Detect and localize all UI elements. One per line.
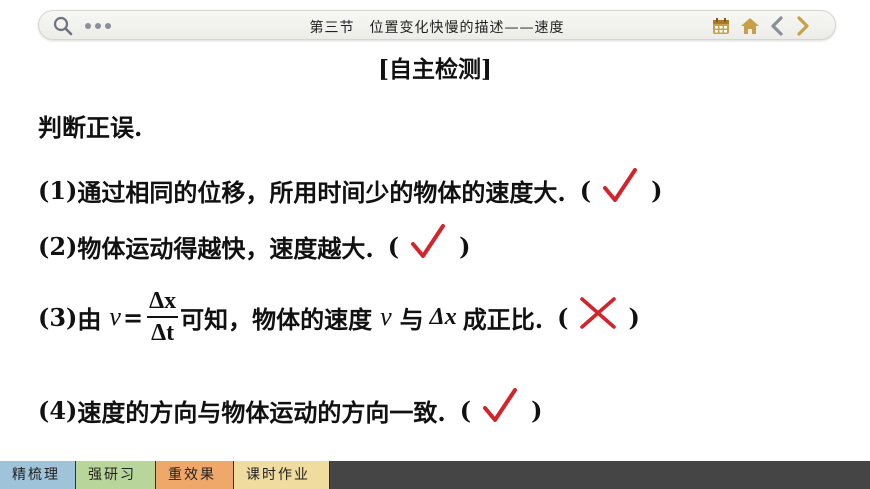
open-paren: ( [459,395,472,425]
check-mark-icon [411,224,446,258]
open-paren: ( [557,302,569,332]
tab-qiang-yan-xi[interactable]: 强研习 [76,461,156,489]
question-item-1: (1) 通过相同的位移，所用时间少的物体的速度大. ( ) [38,168,663,210]
open-paren: ( [387,231,400,261]
close-paren: ) [651,175,663,205]
question-item-3: (3) 由 v = Δx Δt 可知，物体的速度 v 与 Δx 成正比. ( ) [38,288,640,346]
question-item-2: (2) 物体运动得越快，速度越大. ( ) [38,224,471,266]
item-text: 通过相同的位移，所用时间少的物体的速度大. [77,177,566,207]
fraction-denominator: Δt [151,320,175,346]
cross-mark-icon [580,297,617,329]
fraction-numerator: Δx [149,288,177,314]
item-label: (2) [38,231,78,261]
delta-x: Δx [429,303,457,330]
home-icon[interactable] [739,16,761,36]
fraction-bar [147,316,179,318]
close-paren: ) [531,395,543,425]
item-label: (1) [38,175,78,205]
chevron-left-icon[interactable] [769,16,785,36]
velocity-variable: v [109,302,121,331]
close-paren: ) [628,302,640,332]
velocity-variable: v [380,302,392,331]
open-paren: ( [579,175,592,205]
item-label: (3) [38,302,78,332]
check-mark-icon [603,168,638,202]
tab-jing-shu-li[interactable]: 精梳理 [0,461,76,489]
tab-zhong-xiao-guo[interactable]: 重效果 [156,461,234,489]
tab-ke-shi-zuo-ye[interactable]: 课时作业 [234,461,330,489]
check-mark-icon [483,388,518,422]
calendar-icon[interactable] [711,16,731,36]
bottom-tab-bar: 精梳理 强研习 重效果 课时作业 [0,461,870,489]
velocity-fraction: Δx Δt [147,288,179,346]
item-text: 速度的方向与物体运动的方向一致. [77,397,446,427]
close-paren: ) [459,231,471,261]
section-heading: [自主检测] [378,56,492,83]
question-item-4: (4) 速度的方向与物体运动的方向一致. ( ) [38,388,543,430]
item-text: 物体运动得越快，速度越大. [77,233,374,263]
intro-text: 判断正误. [38,113,143,142]
item-label: (4) [38,395,78,425]
top-bar: 第三节 位置变化快慢的描述——速度 [38,10,836,40]
chevron-right-icon[interactable] [795,16,811,36]
